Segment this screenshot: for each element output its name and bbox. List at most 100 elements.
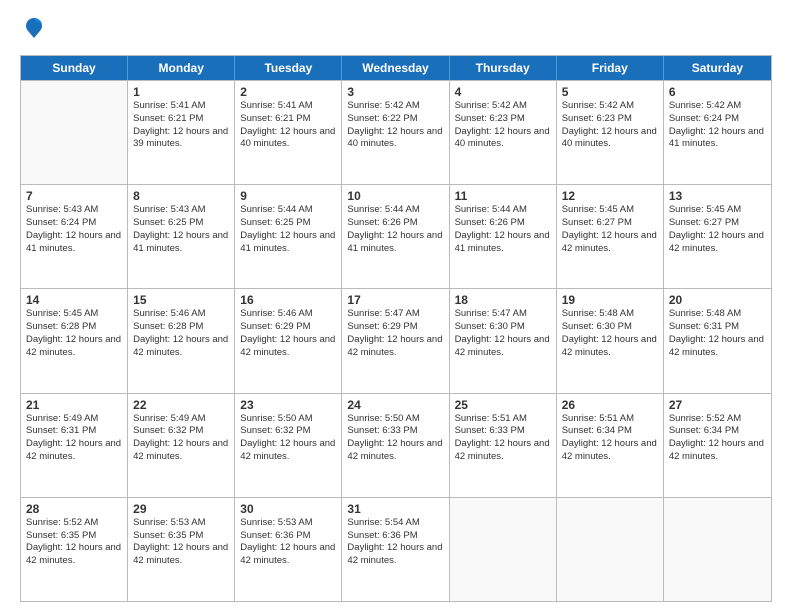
cal-cell-18: 18Sunrise: 5:47 AM Sunset: 6:30 PM Dayli… bbox=[450, 289, 557, 392]
week-row-3: 14Sunrise: 5:45 AM Sunset: 6:28 PM Dayli… bbox=[21, 288, 771, 392]
cal-cell-empty-4-4 bbox=[450, 498, 557, 601]
day-number: 26 bbox=[562, 398, 658, 412]
day-info: Sunrise: 5:43 AM Sunset: 6:25 PM Dayligh… bbox=[133, 204, 229, 255]
day-info: Sunrise: 5:51 AM Sunset: 6:34 PM Dayligh… bbox=[562, 413, 658, 464]
day-info: Sunrise: 5:50 AM Sunset: 6:32 PM Dayligh… bbox=[240, 413, 336, 464]
day-number: 18 bbox=[455, 293, 551, 307]
day-number: 31 bbox=[347, 502, 443, 516]
cal-cell-7: 7Sunrise: 5:43 AM Sunset: 6:24 PM Daylig… bbox=[21, 185, 128, 288]
day-info: Sunrise: 5:42 AM Sunset: 6:23 PM Dayligh… bbox=[455, 100, 551, 151]
logo bbox=[20, 16, 46, 45]
day-info: Sunrise: 5:52 AM Sunset: 6:34 PM Dayligh… bbox=[669, 413, 766, 464]
day-number: 23 bbox=[240, 398, 336, 412]
cal-cell-8: 8Sunrise: 5:43 AM Sunset: 6:25 PM Daylig… bbox=[128, 185, 235, 288]
week-row-2: 7Sunrise: 5:43 AM Sunset: 6:24 PM Daylig… bbox=[21, 184, 771, 288]
cal-cell-15: 15Sunrise: 5:46 AM Sunset: 6:28 PM Dayli… bbox=[128, 289, 235, 392]
day-number: 27 bbox=[669, 398, 766, 412]
day-info: Sunrise: 5:53 AM Sunset: 6:36 PM Dayligh… bbox=[240, 517, 336, 568]
day-number: 15 bbox=[133, 293, 229, 307]
day-info: Sunrise: 5:47 AM Sunset: 6:29 PM Dayligh… bbox=[347, 308, 443, 359]
week-row-1: 1Sunrise: 5:41 AM Sunset: 6:21 PM Daylig… bbox=[21, 80, 771, 184]
day-info: Sunrise: 5:47 AM Sunset: 6:30 PM Dayligh… bbox=[455, 308, 551, 359]
day-info: Sunrise: 5:51 AM Sunset: 6:33 PM Dayligh… bbox=[455, 413, 551, 464]
day-info: Sunrise: 5:50 AM Sunset: 6:33 PM Dayligh… bbox=[347, 413, 443, 464]
day-number: 29 bbox=[133, 502, 229, 516]
cal-cell-6: 6Sunrise: 5:42 AM Sunset: 6:24 PM Daylig… bbox=[664, 81, 771, 184]
day-number: 17 bbox=[347, 293, 443, 307]
calendar-header: SundayMondayTuesdayWednesdayThursdayFrid… bbox=[21, 56, 771, 80]
day-info: Sunrise: 5:42 AM Sunset: 6:22 PM Dayligh… bbox=[347, 100, 443, 151]
day-header-tuesday: Tuesday bbox=[235, 56, 342, 80]
cal-cell-14: 14Sunrise: 5:45 AM Sunset: 6:28 PM Dayli… bbox=[21, 289, 128, 392]
cal-cell-19: 19Sunrise: 5:48 AM Sunset: 6:30 PM Dayli… bbox=[557, 289, 664, 392]
day-info: Sunrise: 5:45 AM Sunset: 6:27 PM Dayligh… bbox=[669, 204, 766, 255]
day-header-monday: Monday bbox=[128, 56, 235, 80]
day-info: Sunrise: 5:41 AM Sunset: 6:21 PM Dayligh… bbox=[240, 100, 336, 151]
day-number: 28 bbox=[26, 502, 122, 516]
day-header-wednesday: Wednesday bbox=[342, 56, 449, 80]
day-number: 19 bbox=[562, 293, 658, 307]
cal-cell-29: 29Sunrise: 5:53 AM Sunset: 6:35 PM Dayli… bbox=[128, 498, 235, 601]
calendar-body: 1Sunrise: 5:41 AM Sunset: 6:21 PM Daylig… bbox=[21, 80, 771, 601]
day-header-saturday: Saturday bbox=[664, 56, 771, 80]
day-number: 16 bbox=[240, 293, 336, 307]
day-info: Sunrise: 5:46 AM Sunset: 6:28 PM Dayligh… bbox=[133, 308, 229, 359]
day-info: Sunrise: 5:53 AM Sunset: 6:35 PM Dayligh… bbox=[133, 517, 229, 568]
day-info: Sunrise: 5:44 AM Sunset: 6:26 PM Dayligh… bbox=[347, 204, 443, 255]
cal-cell-1: 1Sunrise: 5:41 AM Sunset: 6:21 PM Daylig… bbox=[128, 81, 235, 184]
day-header-friday: Friday bbox=[557, 56, 664, 80]
cal-cell-empty-4-5 bbox=[557, 498, 664, 601]
cal-cell-3: 3Sunrise: 5:42 AM Sunset: 6:22 PM Daylig… bbox=[342, 81, 449, 184]
day-info: Sunrise: 5:41 AM Sunset: 6:21 PM Dayligh… bbox=[133, 100, 229, 151]
day-number: 8 bbox=[133, 189, 229, 203]
day-info: Sunrise: 5:52 AM Sunset: 6:35 PM Dayligh… bbox=[26, 517, 122, 568]
day-info: Sunrise: 5:44 AM Sunset: 6:26 PM Dayligh… bbox=[455, 204, 551, 255]
day-info: Sunrise: 5:42 AM Sunset: 6:24 PM Dayligh… bbox=[669, 100, 766, 151]
day-info: Sunrise: 5:45 AM Sunset: 6:28 PM Dayligh… bbox=[26, 308, 122, 359]
cal-cell-empty-0-0 bbox=[21, 81, 128, 184]
day-info: Sunrise: 5:46 AM Sunset: 6:29 PM Dayligh… bbox=[240, 308, 336, 359]
day-info: Sunrise: 5:48 AM Sunset: 6:30 PM Dayligh… bbox=[562, 308, 658, 359]
day-number: 25 bbox=[455, 398, 551, 412]
cal-cell-17: 17Sunrise: 5:47 AM Sunset: 6:29 PM Dayli… bbox=[342, 289, 449, 392]
header bbox=[20, 16, 772, 45]
day-info: Sunrise: 5:49 AM Sunset: 6:31 PM Dayligh… bbox=[26, 413, 122, 464]
day-number: 4 bbox=[455, 85, 551, 99]
cal-cell-25: 25Sunrise: 5:51 AM Sunset: 6:33 PM Dayli… bbox=[450, 394, 557, 497]
day-number: 11 bbox=[455, 189, 551, 203]
day-number: 7 bbox=[26, 189, 122, 203]
day-header-sunday: Sunday bbox=[21, 56, 128, 80]
cal-cell-30: 30Sunrise: 5:53 AM Sunset: 6:36 PM Dayli… bbox=[235, 498, 342, 601]
cal-cell-20: 20Sunrise: 5:48 AM Sunset: 6:31 PM Dayli… bbox=[664, 289, 771, 392]
cal-cell-4: 4Sunrise: 5:42 AM Sunset: 6:23 PM Daylig… bbox=[450, 81, 557, 184]
day-number: 20 bbox=[669, 293, 766, 307]
cal-cell-13: 13Sunrise: 5:45 AM Sunset: 6:27 PM Dayli… bbox=[664, 185, 771, 288]
day-header-thursday: Thursday bbox=[450, 56, 557, 80]
day-info: Sunrise: 5:49 AM Sunset: 6:32 PM Dayligh… bbox=[133, 413, 229, 464]
cal-cell-22: 22Sunrise: 5:49 AM Sunset: 6:32 PM Dayli… bbox=[128, 394, 235, 497]
cal-cell-5: 5Sunrise: 5:42 AM Sunset: 6:23 PM Daylig… bbox=[557, 81, 664, 184]
day-number: 24 bbox=[347, 398, 443, 412]
day-info: Sunrise: 5:54 AM Sunset: 6:36 PM Dayligh… bbox=[347, 517, 443, 568]
cal-cell-16: 16Sunrise: 5:46 AM Sunset: 6:29 PM Dayli… bbox=[235, 289, 342, 392]
cal-cell-27: 27Sunrise: 5:52 AM Sunset: 6:34 PM Dayli… bbox=[664, 394, 771, 497]
day-number: 22 bbox=[133, 398, 229, 412]
cal-cell-9: 9Sunrise: 5:44 AM Sunset: 6:25 PM Daylig… bbox=[235, 185, 342, 288]
cal-cell-28: 28Sunrise: 5:52 AM Sunset: 6:35 PM Dayli… bbox=[21, 498, 128, 601]
cal-cell-10: 10Sunrise: 5:44 AM Sunset: 6:26 PM Dayli… bbox=[342, 185, 449, 288]
cal-cell-23: 23Sunrise: 5:50 AM Sunset: 6:32 PM Dayli… bbox=[235, 394, 342, 497]
cal-cell-empty-4-6 bbox=[664, 498, 771, 601]
cal-cell-12: 12Sunrise: 5:45 AM Sunset: 6:27 PM Dayli… bbox=[557, 185, 664, 288]
day-number: 2 bbox=[240, 85, 336, 99]
day-number: 9 bbox=[240, 189, 336, 203]
week-row-4: 21Sunrise: 5:49 AM Sunset: 6:31 PM Dayli… bbox=[21, 393, 771, 497]
day-info: Sunrise: 5:43 AM Sunset: 6:24 PM Dayligh… bbox=[26, 204, 122, 255]
cal-cell-24: 24Sunrise: 5:50 AM Sunset: 6:33 PM Dayli… bbox=[342, 394, 449, 497]
logo-icon bbox=[22, 16, 46, 40]
page: SundayMondayTuesdayWednesdayThursdayFrid… bbox=[0, 0, 792, 612]
cal-cell-11: 11Sunrise: 5:44 AM Sunset: 6:26 PM Dayli… bbox=[450, 185, 557, 288]
day-number: 21 bbox=[26, 398, 122, 412]
cal-cell-31: 31Sunrise: 5:54 AM Sunset: 6:36 PM Dayli… bbox=[342, 498, 449, 601]
day-info: Sunrise: 5:45 AM Sunset: 6:27 PM Dayligh… bbox=[562, 204, 658, 255]
cal-cell-26: 26Sunrise: 5:51 AM Sunset: 6:34 PM Dayli… bbox=[557, 394, 664, 497]
